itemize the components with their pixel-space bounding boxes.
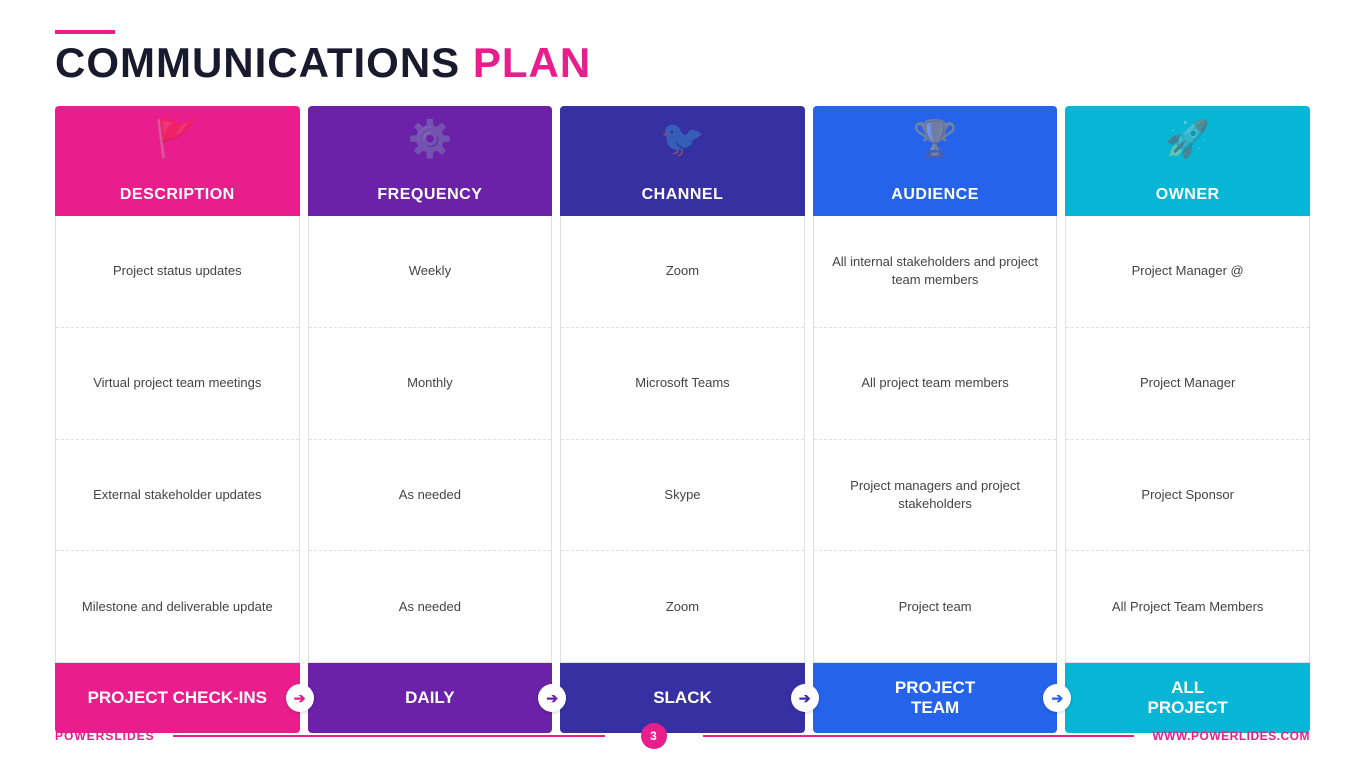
desc-row-2: External stakeholder updates — [56, 440, 299, 552]
header-audience: 🏆 Audience — [813, 106, 1058, 216]
slide: COMMUNICATIONS PLAN 🚩 Description ⚙️ Fre… — [0, 0, 1365, 767]
footer: POWERSLIDES 3 WWW.POWERLIDES.COM — [55, 723, 1310, 749]
own-row-0: Project Manager @ — [1066, 216, 1309, 328]
arrow-1: ➔ — [286, 684, 314, 712]
col-channel: Zoom Microsoft Teams Skype Zoom — [560, 216, 805, 663]
own-row-3: All Project Team Members — [1066, 551, 1309, 662]
arrow-3-icon: ➔ — [799, 690, 811, 707]
arrow-4-icon: ➔ — [1052, 690, 1064, 707]
bottom-freq-label: Daily — [405, 688, 454, 708]
footer-line-right — [703, 735, 1135, 737]
chan-row-2: Skype — [561, 440, 804, 552]
title-line — [55, 30, 115, 34]
aud-row-1: All project team members — [814, 328, 1057, 440]
freq-row-0: Weekly — [309, 216, 552, 328]
arrow-1-icon: ➔ — [294, 690, 306, 707]
footer-brand: POWERSLIDES — [55, 729, 155, 743]
col-owner: Project Manager @ Project Manager Projec… — [1065, 216, 1310, 663]
freq-row-1: Monthly — [309, 328, 552, 440]
header-channel: 🐦 Channel — [560, 106, 805, 216]
header-frequency: ⚙️ Frequency — [308, 106, 553, 216]
own-row-1: Project Manager — [1066, 328, 1309, 440]
header-aud-label: Audience — [891, 186, 979, 204]
header-description: 🚩 Description — [55, 106, 300, 216]
bottom-desc-label: Project Check-Ins — [88, 688, 267, 708]
arrow-3: ➔ — [791, 684, 819, 712]
channel-icon: 🐦 — [660, 118, 705, 160]
title-black: COMMUNICATIONS — [55, 39, 460, 86]
brand-bold: POWER — [55, 729, 105, 743]
bottom-own-label: AllProject — [1148, 678, 1228, 719]
header-own-label: Owner — [1156, 186, 1220, 204]
header-freq-label: Frequency — [377, 186, 482, 204]
header-chan-label: Channel — [642, 186, 724, 204]
aud-row-3: Project team — [814, 551, 1057, 662]
chan-row-0: Zoom — [561, 216, 804, 328]
col-frequency: Weekly Monthly As needed As needed — [308, 216, 553, 663]
chan-row-1: Microsoft Teams — [561, 328, 804, 440]
header-row: 🚩 Description ⚙️ Frequency 🐦 Channel 🏆 A… — [55, 106, 1310, 216]
audience-icon: 🏆 — [913, 118, 958, 160]
data-rows: Project status updates Virtual project t… — [55, 216, 1310, 663]
bottom-aud-label: ProjectTeam — [895, 678, 975, 719]
header-owner: 🚀 Owner — [1065, 106, 1310, 216]
footer-page: 3 — [641, 723, 667, 749]
desc-row-1: Virtual project team meetings — [56, 328, 299, 440]
page-title: COMMUNICATIONS PLAN — [55, 42, 1310, 84]
header-desc-label: Description — [120, 186, 235, 204]
own-row-2: Project Sponsor — [1066, 440, 1309, 552]
bottom-chan-label: Slack — [653, 688, 712, 708]
description-icon: 🚩 — [155, 118, 200, 160]
footer-line-left — [173, 735, 605, 737]
footer-url: WWW.POWERLIDES.COM — [1152, 729, 1310, 743]
title-area: COMMUNICATIONS PLAN — [55, 30, 1310, 84]
main-content: 🚩 Description ⚙️ Frequency 🐦 Channel 🏆 A… — [55, 106, 1310, 733]
freq-row-2: As needed — [309, 440, 552, 552]
owner-icon: 🚀 — [1165, 118, 1210, 160]
aud-row-2: Project managers and project stakeholder… — [814, 440, 1057, 552]
arrow-2-icon: ➔ — [546, 690, 558, 707]
chan-row-3: Zoom — [561, 551, 804, 662]
brand-normal: SLIDES — [105, 729, 154, 743]
col-audience: All internal stakeholders and project te… — [813, 216, 1058, 663]
aud-row-0: All internal stakeholders and project te… — [814, 216, 1057, 328]
frequency-icon: ⚙️ — [407, 118, 452, 160]
freq-row-3: As needed — [309, 551, 552, 662]
title-pink: PLAN — [473, 39, 591, 86]
col-description: Project status updates Virtual project t… — [55, 216, 300, 663]
desc-row-3: Milestone and deliverable update — [56, 551, 299, 662]
arrow-4: ➔ — [1043, 684, 1071, 712]
desc-row-0: Project status updates — [56, 216, 299, 328]
arrow-2: ➔ — [538, 684, 566, 712]
